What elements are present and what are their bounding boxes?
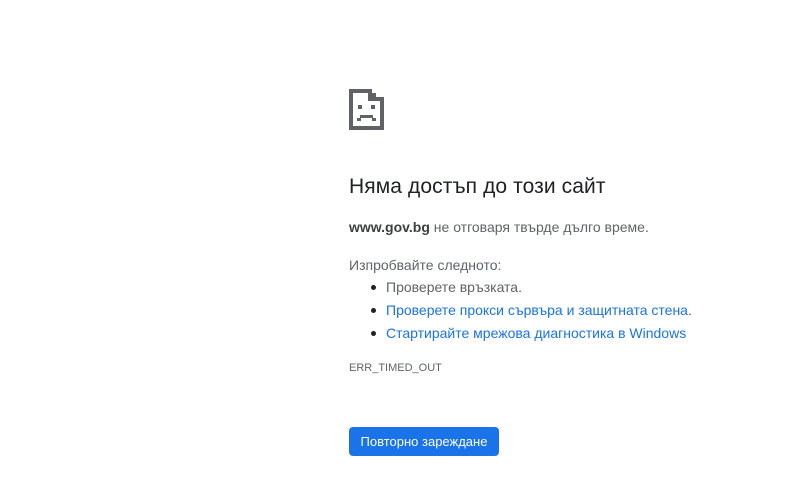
summary-message: не отговаря твърде дълго време. xyxy=(429,219,649,235)
suggestion-suffix: . xyxy=(518,279,522,295)
suggestion-suffix: . xyxy=(687,302,692,318)
sad-page-icon xyxy=(349,89,384,130)
bullet-icon xyxy=(371,285,376,290)
error-content: Няма достъп до този сайт www.gov.bg не о… xyxy=(349,89,769,456)
host-name: www.gov.bg xyxy=(349,219,430,235)
suggestion-run-diagnostics: Стартирайте мрежова диагностика в Window… xyxy=(349,323,692,346)
suggestions-list: Проверете връзката. Проверете прокси сър… xyxy=(349,277,692,346)
run-network-diagnostics-link[interactable]: Стартирайте мрежова диагностика в Window… xyxy=(386,325,686,341)
check-proxy-firewall-link[interactable]: Проверете прокси сървъра и защитната сте… xyxy=(386,302,688,318)
suggestion-text: Проверете връзката xyxy=(386,279,519,295)
suggestion-check-connection: Проверете връзката. xyxy=(349,277,692,300)
bullet-icon xyxy=(371,331,376,336)
error-page: Няма достъп до този сайт www.gov.bg не о… xyxy=(0,0,800,488)
page-title: Няма достъп до този сайт xyxy=(349,175,606,198)
error-summary: www.gov.bg не отговаря твърде дълго врем… xyxy=(349,219,649,235)
suggestions-heading: Изпробвайте следното: xyxy=(349,257,502,273)
reload-button[interactable]: Повторно зареждане xyxy=(349,427,499,456)
suggestion-check-proxy: Проверете прокси сървъра и защитната сте… xyxy=(349,300,692,323)
error-code: ERR_TIMED_OUT xyxy=(349,362,442,374)
bullet-icon xyxy=(371,308,376,313)
